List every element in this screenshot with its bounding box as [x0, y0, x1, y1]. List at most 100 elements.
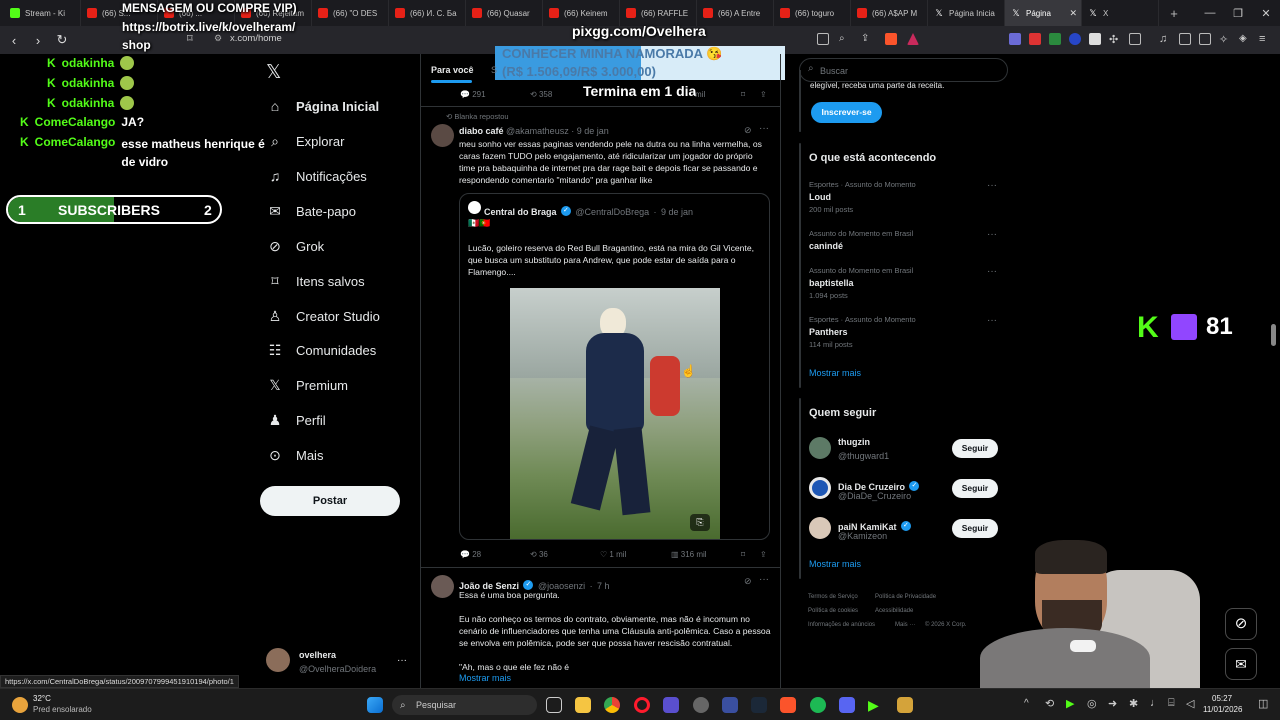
footer-link[interactable]: Termos de Serviço — [808, 594, 858, 600]
puzzle-icon[interactable]: ✣ — [1109, 33, 1121, 46]
search-input[interactable]: Buscar — [799, 58, 1008, 82]
trend-item[interactable]: Assunto do Momento em Brasil canindé — [809, 229, 913, 251]
new-tab-button[interactable]: + — [1159, 6, 1189, 21]
bookmark-icon[interactable]: ⌑ — [741, 90, 745, 99]
nav-communities[interactable]: ☷ Comunidades — [267, 342, 377, 358]
footer-link[interactable]: Política de Privacidade — [875, 594, 936, 600]
footer-link[interactable]: Informações de anúncios — [808, 622, 875, 628]
extension-icon[interactable] — [1029, 33, 1041, 45]
app-icon[interactable] — [897, 697, 913, 713]
steam-icon[interactable] — [751, 697, 767, 713]
messages-floating-button[interactable]: ✉ — [1225, 648, 1257, 680]
minimize-button[interactable]: — — [1196, 7, 1224, 19]
account-menu-icon[interactable]: ··· — [397, 655, 407, 666]
browser-tab[interactable]: (66) A$AP M — [851, 0, 928, 26]
reload-button[interactable]: ↻ — [52, 32, 72, 48]
browser-tab[interactable]: 𝕏X — [1082, 0, 1159, 26]
app-icon[interactable] — [663, 697, 679, 713]
trend-more-icon[interactable]: ··· — [987, 180, 997, 191]
extension-icon[interactable] — [1089, 33, 1101, 45]
share-icon[interactable]: ⇪ — [760, 90, 767, 99]
brave-rewards-icon[interactable] — [907, 33, 919, 45]
discord-icon[interactable] — [839, 697, 855, 713]
microphone-icon[interactable]: ♩ — [1150, 697, 1161, 709]
tab-for-you[interactable]: Para você — [431, 65, 474, 75]
trend-item[interactable]: Esportes · Assunto do Momento Loud 200 mil… — [809, 180, 916, 214]
share-icon[interactable]: ⇪ — [760, 550, 767, 559]
brave-shield-icon[interactable] — [885, 33, 897, 45]
reply-button[interactable]: 💬 291 — [460, 90, 486, 99]
scrollbar-thumb[interactable] — [1271, 324, 1276, 346]
post-more-icon[interactable]: ··· — [759, 123, 769, 134]
browser-tab[interactable]: (66) A Entre — [697, 0, 774, 26]
avatar[interactable] — [809, 517, 831, 539]
tab-following[interactable]: S — [491, 65, 497, 75]
avatar[interactable] — [809, 437, 831, 459]
tray-chevron-icon[interactable]: ^ — [1024, 698, 1029, 709]
footer-link[interactable]: Acessibilidade — [875, 608, 913, 614]
nav-premium[interactable]: 𝕏 Premium — [267, 377, 348, 393]
browser-tab[interactable]: 𝕏 Página Inicia — [928, 0, 1005, 26]
footer-link[interactable]: Mais ··· — [895, 622, 915, 628]
nav-grok[interactable]: ⊘ Grok — [267, 238, 324, 254]
screen-icon[interactable] — [817, 33, 829, 45]
bluetooth-icon[interactable]: ✱ — [1129, 697, 1138, 710]
tray-icon[interactable]: ➜ — [1108, 697, 1117, 710]
avatar[interactable] — [431, 575, 454, 598]
tray-icon[interactable]: ◎ — [1087, 697, 1097, 710]
back-button[interactable]: ‹ — [4, 33, 24, 48]
repost-button[interactable]: ⟲ 358 — [530, 90, 552, 99]
browser-tab[interactable]: Stream - Ki — [4, 0, 81, 26]
extension-icon[interactable] — [1049, 33, 1061, 45]
browser-tab[interactable]: (66) И. С. Ба — [389, 0, 466, 26]
tray-icon[interactable]: ▶ — [1066, 697, 1074, 710]
footer-link[interactable]: Política de cookies — [808, 608, 858, 614]
nav-home[interactable]: ⌂ Página Inicial — [267, 98, 379, 114]
extension-icon[interactable] — [1009, 33, 1021, 45]
wallet-icon[interactable] — [1129, 33, 1141, 45]
trend-more-icon[interactable]: ··· — [987, 229, 997, 240]
spotify-icon[interactable] — [810, 697, 826, 713]
trend-item[interactable]: Esportes · Assunto do Momento Panthers 114… — [809, 315, 916, 349]
avatar[interactable] — [431, 124, 454, 147]
show-more-link[interactable]: Mostrar mais — [459, 673, 511, 683]
sidebar-toggle-icon[interactable] — [1179, 33, 1191, 45]
like-button[interactable]: ♡ 1 mil — [600, 550, 626, 559]
wallet-icon[interactable] — [1199, 33, 1211, 45]
browser-tab[interactable]: (66) toguro — [774, 0, 851, 26]
alt-icon[interactable]: ⎘ — [690, 514, 710, 531]
follow-button[interactable]: Seguir — [952, 519, 998, 538]
taskbar-search[interactable]: Pesquisar — [392, 695, 537, 715]
leo-ai-icon[interactable]: ✧ — [1219, 33, 1231, 46]
follow-button[interactable]: Seguir — [952, 439, 998, 458]
notification-icon[interactable]: ◫ — [1258, 697, 1268, 710]
avatar[interactable] — [266, 648, 290, 672]
app-icon[interactable] — [722, 697, 738, 713]
grok-icon[interactable]: ⊘ — [744, 125, 752, 136]
app-icon[interactable]: ▶ — [868, 697, 884, 713]
browser-tab[interactable]: (66) "O DES — [312, 0, 389, 26]
music-icon[interactable]: ♫ — [1159, 33, 1171, 45]
weather-icon[interactable] — [12, 697, 28, 713]
trend-more-icon[interactable]: ··· — [987, 266, 997, 277]
forward-button[interactable]: › — [28, 33, 48, 48]
maximize-button[interactable]: ❐ — [1224, 7, 1252, 20]
repost-button[interactable]: ⟲ 36 — [530, 550, 548, 559]
nav-messages[interactable]: ✉ Bate-papo — [267, 203, 356, 219]
follow-name[interactable]: thugzin — [838, 437, 870, 447]
nav-more[interactable]: ⊙ Mais — [267, 447, 323, 463]
nav-profile[interactable]: ♟ Perfil — [267, 412, 326, 428]
follow-button[interactable]: Seguir — [952, 479, 998, 498]
site-info-icon[interactable]: ⚙ — [214, 33, 222, 44]
obs-icon[interactable] — [693, 697, 709, 713]
windows-start-icon[interactable] — [367, 697, 383, 713]
brave-icon[interactable] — [780, 697, 796, 713]
vpn-icon[interactable]: ◈ — [1239, 33, 1251, 45]
nav-explore[interactable]: ⌕ Explorar — [267, 133, 344, 149]
bookmark-icon[interactable]: ⌑ — [741, 550, 745, 559]
post-button[interactable]: Postar — [260, 486, 400, 516]
share-icon[interactable]: ⇪ — [861, 33, 873, 45]
trend-item[interactable]: Assunto do Momento em Brasil baptistella 1… — [809, 266, 913, 300]
nav-creator-studio[interactable]: ♙ Creator Studio — [267, 308, 380, 324]
chrome-icon[interactable] — [604, 697, 620, 713]
